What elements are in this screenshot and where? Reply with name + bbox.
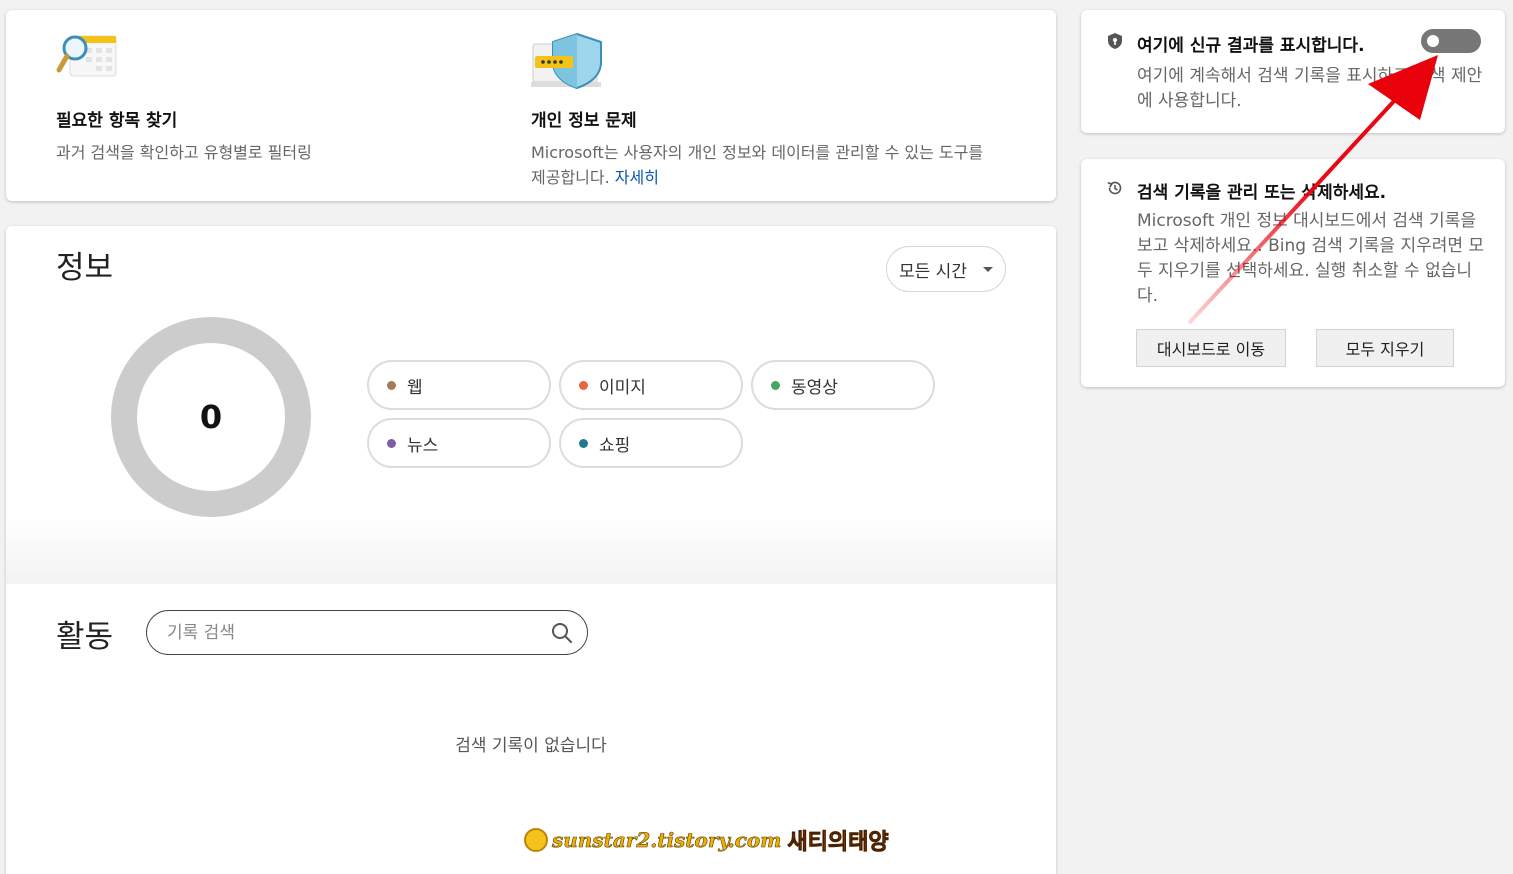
top-feature-card: 필요한 항목 찾기 과거 검색을 확인하고 유형별로 필터링 개인 정보 문제 … <box>6 10 1056 201</box>
go-to-dashboard-button[interactable]: 대시보드로 이동 <box>1136 329 1286 367</box>
manage-history-desc: Microsoft 개인 정보 대시보드에서 검색 기록을 보고 삭제하세요..… <box>1137 211 1485 306</box>
show-history-toggle[interactable] <box>1421 29 1481 53</box>
empty-history-message: 검색 기록이 없습니다 <box>455 736 607 756</box>
blog-watermark: sunstar2.tistory.com 새티의태양 <box>524 824 889 856</box>
info-title: 정보 <box>56 250 114 286</box>
time-filter-value: 모든 시간 <box>899 261 967 282</box>
find-desc: 과거 검색을 확인하고 유형별로 필터링 <box>56 143 312 162</box>
show-history-title: 여기에 신규 결과를 표시합니다. <box>1137 36 1365 56</box>
privacy-desc: Microsoft는 사용자의 개인 정보와 데이터를 관리할 수 있는 도구를… <box>531 140 1001 190</box>
category-news[interactable]: 뉴스 <box>367 418 551 468</box>
shield-icon <box>1108 33 1122 49</box>
activity-title: 활동 <box>56 619 114 655</box>
manage-history-title: 검색 기록을 관리 또는 삭제하세요. <box>1137 183 1387 203</box>
smiley-icon <box>524 828 548 852</box>
show-history-desc: 여기에 계속해서 검색 기록을 표시하고 검색 제안에 사용합니다. <box>1137 66 1483 111</box>
show-history-card: 여기에 신규 결과를 표시합니다. 여기에 계속해서 검색 기록을 표시하고 검… <box>1081 10 1505 133</box>
history-icon <box>1107 181 1122 195</box>
history-search-box[interactable] <box>146 610 588 655</box>
clear-all-button[interactable]: 모두 지우기 <box>1316 329 1454 367</box>
category-label: 웹 <box>407 377 423 398</box>
images-color-dot <box>579 380 588 390</box>
chevron-down-icon <box>983 267 993 272</box>
category-images[interactable]: 이미지 <box>559 360 743 410</box>
category-label: 뉴스 <box>407 435 439 456</box>
category-videos[interactable]: 동영상 <box>751 360 935 410</box>
watermark-url: sunstar2.tistory.com <box>552 828 782 853</box>
find-title: 필요한 항목 찾기 <box>56 111 178 131</box>
time-filter-dropdown[interactable]: 모든 시간 <box>886 246 1006 292</box>
category-label: 이미지 <box>599 377 646 398</box>
privacy-title: 개인 정보 문제 <box>531 111 637 131</box>
info-activity-card: 정보 모든 시간 0 웹 이미지 동영상 뉴스 쇼핑 활동 검색 기록이 없습니… <box>6 226 1056 874</box>
category-shopping[interactable]: 쇼핑 <box>559 418 743 468</box>
toggle-knob <box>1427 35 1439 47</box>
search-icon[interactable] <box>551 622 573 644</box>
category-web[interactable]: 웹 <box>367 360 551 410</box>
privacy-feature: 개인 정보 문제 Microsoft는 사용자의 개인 정보와 데이터를 관리할… <box>531 32 1001 190</box>
category-label: 쇼핑 <box>599 435 631 456</box>
history-total-count: 0 <box>199 398 223 436</box>
privacy-shield-icon <box>531 32 1001 92</box>
news-color-dot <box>387 438 396 448</box>
privacy-desc-text: Microsoft는 사용자의 개인 정보와 데이터를 관리할 수 있는 도구를… <box>531 143 984 187</box>
manage-history-card: 검색 기록을 관리 또는 삭제하세요. Microsoft 개인 정보 대시보드… <box>1081 159 1505 387</box>
watermark-name: 새티의태양 <box>787 830 889 856</box>
search-calendar-icon <box>56 32 526 92</box>
videos-color-dot <box>771 380 780 390</box>
category-label: 동영상 <box>791 377 838 398</box>
shopping-color-dot <box>579 438 588 448</box>
history-donut-chart: 0 <box>111 317 311 517</box>
history-search-input[interactable] <box>167 622 527 643</box>
learn-more-link[interactable]: 자세히 <box>615 168 659 187</box>
web-color-dot <box>387 380 396 390</box>
find-feature: 필요한 항목 찾기 과거 검색을 확인하고 유형별로 필터링 <box>56 32 526 165</box>
